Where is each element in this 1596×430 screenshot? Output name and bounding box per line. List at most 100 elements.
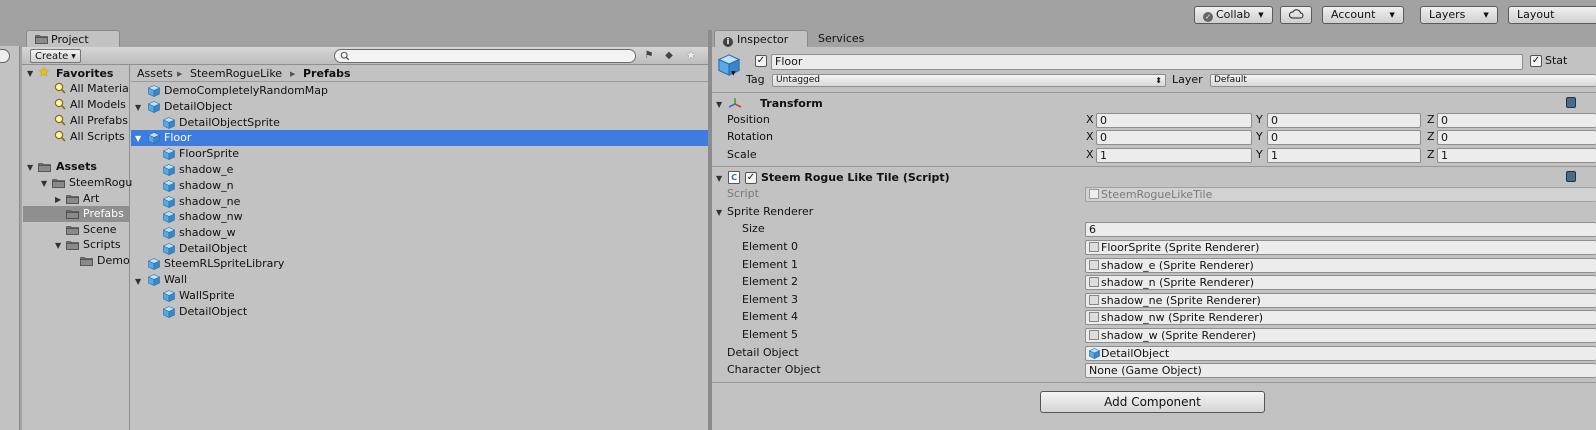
foldout-icon[interactable]: ▼ (716, 208, 722, 217)
tree-item[interactable]: WallSprite (179, 288, 235, 304)
tree-item[interactable]: Wall (164, 272, 187, 288)
tree-item[interactable]: shadow_n (179, 178, 234, 194)
tree-item[interactable]: shadow_nw (179, 209, 243, 225)
tree-item[interactable]: DetailObject (164, 99, 232, 115)
demo-folder[interactable]: Demo (97, 253, 130, 269)
tree-item[interactable]: shadow_ne (179, 194, 240, 210)
axis-x-label: X (1086, 113, 1094, 126)
foldout-icon[interactable]: ▼ (135, 103, 141, 112)
position-y-field[interactable]: 0 (1267, 113, 1421, 128)
tab-project[interactable]: Project (26, 30, 120, 48)
foldout-icon[interactable]: ▼ (135, 134, 141, 143)
element-field[interactable]: FloorSprite (Sprite Renderer) (1085, 240, 1596, 255)
size-field[interactable]: 6 (1085, 222, 1596, 237)
tree-item[interactable]: DetailObjectSprite (179, 115, 280, 131)
tag-dropdown[interactable]: Untagged ⬍ (772, 74, 1166, 87)
tree-item[interactable]: DetailObject (179, 304, 247, 320)
search-by-label-button[interactable]: ◆ (662, 49, 676, 63)
foldout-icon[interactable]: ▼ (135, 277, 141, 286)
breadcrumb-steem[interactable]: SteemRogueLike (190, 66, 282, 82)
tree-item[interactable]: shadow_e (179, 162, 233, 178)
search-icon (54, 82, 66, 94)
object-name-input[interactable]: Floor (771, 54, 1523, 70)
tab-inspector[interactable]: i Inspector (714, 30, 808, 48)
account-label: Account (1331, 8, 1376, 21)
element-field[interactable]: shadow_nw (Sprite Renderer) (1085, 310, 1596, 325)
account-button[interactable]: Account ▼ (1322, 6, 1404, 24)
prefabs-folder[interactable]: Prefabs (83, 206, 124, 222)
element-field[interactable]: shadow_n (Sprite Renderer) (1085, 275, 1596, 290)
foldout-icon[interactable]: ▶ (55, 195, 61, 204)
tab-services[interactable]: Services (810, 30, 872, 48)
layer-dropdown[interactable]: Default (1210, 74, 1596, 87)
add-component-button[interactable]: Add Component (1040, 391, 1265, 413)
element-field[interactable]: shadow_e (Sprite Renderer) (1085, 258, 1596, 273)
prefab-icon (163, 180, 175, 192)
breadcrumb-prefabs[interactable]: Prefabs (303, 66, 351, 82)
element-field[interactable]: shadow_w (Sprite Renderer) (1085, 328, 1596, 343)
component-enabled-checkbox[interactable]: ✓ (745, 172, 757, 184)
art-folder[interactable]: Art (83, 191, 99, 207)
rotation-x-field[interactable]: 0 (1096, 130, 1252, 145)
foldout-icon[interactable]: ▼ (41, 179, 47, 188)
create-button[interactable]: Create ▼ (30, 49, 81, 63)
scripts-folder[interactable]: Scripts (83, 237, 121, 253)
foldout-icon[interactable]: ▼ (716, 100, 722, 109)
layout-button[interactable]: Layout (1508, 6, 1596, 24)
assets-foldout-icon[interactable]: ▼ (27, 163, 33, 172)
object-picker-icon (1089, 277, 1099, 287)
scale-z-field[interactable]: 1 (1437, 148, 1596, 163)
search-by-type-button[interactable]: ⚑ (642, 49, 656, 63)
hierarchy-panel-edge (0, 46, 20, 430)
rotation-z-field[interactable]: 0 (1437, 130, 1596, 145)
script-component-title[interactable]: Steem Rogue Like Tile (Script) (761, 170, 950, 186)
active-checkbox[interactable]: ✓ (755, 55, 767, 67)
script-value: SteemRogueLikeTile (1101, 188, 1213, 201)
element-field[interactable]: shadow_ne (Sprite Renderer) (1085, 293, 1596, 308)
object-picker-icon (1089, 242, 1099, 252)
favorite-star-icon[interactable]: ★ (684, 48, 698, 62)
favorite-item[interactable]: All Materia (70, 81, 128, 97)
tag-label: Tag (746, 73, 765, 86)
assets-folder[interactable]: Assets (56, 159, 97, 175)
detail-object-field[interactable]: DetailObject (1085, 346, 1596, 361)
axis-y-label: Y (1256, 113, 1263, 126)
prefab-icon (163, 211, 175, 223)
breadcrumb-assets[interactable]: Assets (137, 66, 173, 82)
sprite-renderer-label[interactable]: Sprite Renderer (727, 204, 813, 220)
position-z-field[interactable]: 0 (1437, 113, 1596, 128)
dropdown-arrow-icon: ▼ (71, 53, 76, 60)
folder-icon (66, 225, 79, 235)
favorite-item[interactable]: All Prefabs (70, 113, 128, 129)
rotation-y-field[interactable]: 0 (1267, 130, 1421, 145)
script-field: SteemRogueLikeTile (1085, 187, 1596, 202)
project-search-input[interactable] (334, 49, 636, 63)
component-settings-icon[interactable] (1566, 171, 1576, 182)
favorite-item[interactable]: All Models (70, 97, 126, 113)
steem-folder[interactable]: SteemRogu (69, 175, 132, 191)
dropdown-arrow-icon: ▼ (1258, 11, 1264, 19)
collab-button[interactable]: ✓ Collab ▼ (1194, 6, 1273, 24)
static-checkbox[interactable]: ✓ (1530, 55, 1542, 67)
tree-item[interactable]: FloorSprite (179, 146, 239, 162)
scene-folder[interactable]: Scene (83, 222, 117, 238)
collab-label: Collab (1216, 8, 1251, 21)
transform-title[interactable]: Transform (760, 96, 823, 112)
tree-item[interactable]: SteemRLSpriteLibrary (164, 256, 284, 272)
scale-y-field[interactable]: 1 (1267, 148, 1421, 163)
scale-x-field[interactable]: 1 (1096, 148, 1252, 163)
character-object-field[interactable]: None (Game Object) (1085, 363, 1596, 378)
position-x-field[interactable]: 0 (1096, 113, 1252, 128)
foldout-icon[interactable]: ▼ (716, 174, 722, 183)
favorite-item[interactable]: All Scripts (70, 129, 125, 145)
tree-item[interactable]: DemoCompletelyRandomMap (164, 83, 328, 99)
tree-item[interactable]: DetailObject (179, 241, 247, 257)
favorites-header[interactable]: Favorites (56, 66, 113, 82)
favorites-foldout-icon[interactable]: ▼ (27, 69, 33, 78)
layers-button[interactable]: Layers ▼ (1420, 6, 1498, 24)
tree-item-selected[interactable]: Floor (164, 130, 191, 146)
tree-item[interactable]: shadow_w (179, 225, 236, 241)
component-settings-icon[interactable] (1566, 97, 1576, 108)
cloud-button[interactable] (1280, 6, 1312, 24)
foldout-icon[interactable]: ▼ (55, 241, 61, 250)
